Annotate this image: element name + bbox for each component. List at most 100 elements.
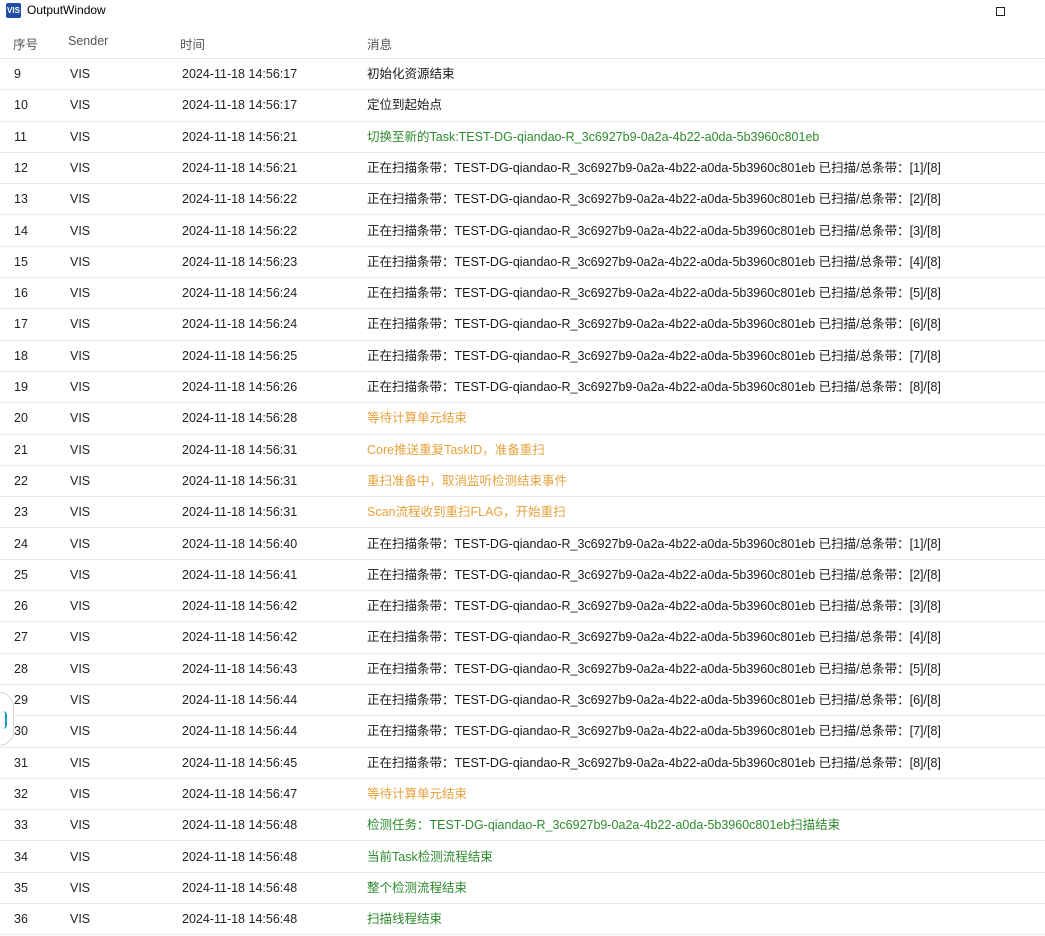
maximize-icon [995, 6, 1005, 16]
row-message: 检测任务：TEST-DG-qiandao-R_3c6927b9-0a2a-4b2… [367, 818, 841, 833]
table-row[interactable]: 22 VIS 2024-11-18 14:56:31 重扫准备中，取消监听检测结束事件 [0, 466, 1045, 498]
table-row[interactable]: 34 VIS 2024-11-18 14:56:48 当前Task检测流程结束 [0, 842, 1045, 873]
row-index: 18 [14, 348, 28, 363]
row-message: 正在扫描条带：TEST-DG-qiandao-R_3c6927b9-0a2a-4… [367, 286, 941, 301]
row-index: 34 [14, 849, 28, 864]
row-message: 定位到起始点 [367, 98, 443, 113]
table-row[interactable]: 30 VIS 2024-11-18 14:56:44 正在扫描条带：TEST-DG-q… [0, 716, 1045, 748]
row-message: 正在扫描条带：TEST-DG-qiandao-R_3c6927b9-0a2a-4… [367, 693, 941, 707]
row-message: 正在扫描条带：TEST-DG-qiandao-R_3c6927b9-0a2a-4… [367, 192, 941, 207]
table-row[interactable]: 19 VIS 2024-11-18 14:56:26 正在扫描条带：TEST-DG-q… [0, 372, 1045, 404]
row-message: 切换至新的Task:TEST-DG-qiandao-R_3c6927b9-0a2… [367, 129, 820, 144]
row-message: 正在扫描条带：TEST-DG-qiandao-R_3c6927b9-0a2a-4… [367, 380, 941, 394]
table-row[interactable]: 35 VIS 2024-11-18 14:56:48 整个检测流程结束 [0, 873, 1045, 905]
row-sender: VIS [70, 223, 91, 238]
row-time: 2024-11-18 14:56:43 [182, 661, 298, 676]
row-time: 2024-11-18 14:56:48 [182, 880, 298, 895]
row-time: 2024-11-18 14:56:23 [182, 254, 298, 269]
row-time: 2024-11-18 14:56:48 [182, 849, 298, 864]
title-bar[interactable]: VIS OutputWindow [0, 0, 1045, 22]
row-index: 21 [14, 442, 28, 457]
row-message: 正在扫描条带：TEST-DG-qiandao-R_3c6927b9-0a2a-4… [367, 254, 941, 269]
row-sender: VIS [70, 849, 91, 864]
row-time: 2024-11-18 14:56:48 [182, 818, 298, 833]
row-sender: VIS [70, 599, 91, 614]
row-index: 23 [14, 505, 28, 520]
row-time: 2024-11-18 14:56:31 [182, 505, 298, 520]
table-row[interactable]: 13 VIS 2024-11-18 14:56:22 正在扫描条带：TEST-DG-q… [0, 184, 1045, 216]
row-time: 2024-11-18 14:56:44 [182, 724, 298, 739]
table-row[interactable]: 27 VIS 2024-11-18 14:56:42 正在扫描条带：TEST-DG-q… [0, 622, 1045, 654]
row-sender: VIS [70, 661, 91, 676]
table-row[interactable]: 14 VIS 2024-11-18 14:56:22 正在扫描条带：TEST-DG-q… [0, 216, 1045, 247]
row-time: 2024-11-18 14:56:21 [182, 160, 298, 175]
row-message: 正在扫描条带：TEST-DG-qiandao-R_3c6927b9-0a2a-4… [367, 160, 941, 175]
table-row[interactable]: 32 VIS 2024-11-18 14:56:47 等待计算单元结束 [0, 779, 1045, 811]
row-sender: VIS [70, 693, 91, 707]
column-header-message[interactable]: 消息 [367, 34, 392, 53]
row-sender: VIS [70, 129, 91, 144]
row-time: 2024-11-18 14:56:40 [182, 536, 298, 551]
row-time: 2024-11-18 14:56:42 [182, 630, 298, 645]
row-message: 正在扫描条带：TEST-DG-qiandao-R_3c6927b9-0a2a-4… [367, 536, 941, 551]
row-message: 扫描线程结束 [367, 912, 443, 927]
table-row[interactable]: 28 VIS 2024-11-18 14:56:43 正在扫描条带：TEST-DG-q… [0, 654, 1045, 685]
table-row[interactable]: 33 VIS 2024-11-18 14:56:48 检测任务：TEST-DG-qia… [0, 810, 1045, 842]
side-float-button[interactable] [0, 692, 14, 746]
row-index: 36 [14, 912, 28, 927]
row-index: 27 [14, 630, 28, 645]
row-sender: VIS [70, 473, 91, 488]
table-row[interactable]: 23 VIS 2024-11-18 14:56:31 Scan流程收到重扫FLAG，开… [0, 497, 1045, 529]
table-row[interactable]: 20 VIS 2024-11-18 14:56:28 等待计算单元结束 [0, 403, 1045, 435]
row-sender: VIS [70, 348, 91, 363]
close-button[interactable] [1020, 0, 1045, 22]
row-sender: VIS [70, 786, 91, 801]
table-row[interactable]: 10 VIS 2024-11-18 14:56:17 定位到起始点 [0, 90, 1045, 122]
row-time: 2024-11-18 14:56:31 [182, 473, 298, 488]
table-row[interactable]: 12 VIS 2024-11-18 14:56:21 正在扫描条带：TEST-DG-q… [0, 153, 1045, 185]
row-index: 14 [14, 223, 28, 238]
row-sender: VIS [70, 724, 91, 739]
table-row[interactable]: 18 VIS 2024-11-18 14:56:25 正在扫描条带：TEST-DG-q… [0, 341, 1045, 372]
row-sender: VIS [70, 442, 91, 457]
row-message: 正在扫描条带：TEST-DG-qiandao-R_3c6927b9-0a2a-4… [367, 724, 941, 739]
row-time: 2024-11-18 14:56:17 [182, 67, 298, 81]
table-row[interactable]: 25 VIS 2024-11-18 14:56:41 正在扫描条带：TEST-DG-q… [0, 560, 1045, 592]
row-time: 2024-11-18 14:56:25 [182, 348, 298, 363]
table-row[interactable]: 16 VIS 2024-11-18 14:56:24 正在扫描条带：TEST-DG-q… [0, 278, 1045, 310]
row-time: 2024-11-18 14:56:28 [182, 411, 298, 426]
table-row[interactable]: 15 VIS 2024-11-18 14:56:23 正在扫描条带：TEST-DG-q… [0, 247, 1045, 279]
row-sender: VIS [70, 505, 91, 520]
table-row[interactable]: 29 VIS 2024-11-18 14:56:44 正在扫描条带：TEST-DG-q… [0, 685, 1045, 717]
table-row[interactable]: 17 VIS 2024-11-18 14:56:24 正在扫描条带：TEST-DG-q… [0, 309, 1045, 341]
row-index: 13 [14, 192, 28, 207]
row-time: 2024-11-18 14:56:24 [182, 317, 298, 332]
output-grid[interactable]: 序号 Sender 时间 消息 9 VIS 2024-11-18 14:56:17 初… [0, 22, 1045, 936]
row-message: 正在扫描条带：TEST-DG-qiandao-R_3c6927b9-0a2a-4… [367, 661, 941, 676]
table-row[interactable]: 9 VIS 2024-11-18 14:56:17 初始化资源结束 [0, 59, 1045, 91]
row-index: 31 [14, 755, 28, 770]
row-index: 17 [14, 317, 28, 332]
table-row[interactable]: 31 VIS 2024-11-18 14:56:45 正在扫描条带：TEST-DG-q… [0, 748, 1045, 779]
column-header-index[interactable]: 序号 [13, 34, 38, 53]
row-message: 正在扫描条带：TEST-DG-qiandao-R_3c6927b9-0a2a-4… [367, 567, 941, 582]
row-sender: VIS [70, 317, 91, 332]
row-time: 2024-11-18 14:56:22 [182, 223, 298, 238]
maximize-button[interactable] [985, 0, 1015, 22]
side-arrow-icon [3, 711, 7, 729]
table-row[interactable]: 11 VIS 2024-11-18 14:56:21 切换至新的Task:TEST-D… [0, 122, 1045, 153]
table-row[interactable]: 24 VIS 2024-11-18 14:56:40 正在扫描条带：TEST-DG-q… [0, 529, 1045, 560]
column-header-sender[interactable]: Sender [68, 34, 108, 48]
column-header-time[interactable]: 时间 [180, 34, 205, 53]
table-row[interactable]: 21 VIS 2024-11-18 14:56:31 Core推送重复TaskID，准… [0, 435, 1045, 466]
table-row[interactable]: 26 VIS 2024-11-18 14:56:42 正在扫描条带：TEST-DG-q… [0, 591, 1045, 623]
row-message: 正在扫描条带：TEST-DG-qiandao-R_3c6927b9-0a2a-4… [367, 599, 941, 614]
table-row[interactable]: 36 VIS 2024-11-18 14:56:48 扫描线程结束 [0, 904, 1045, 936]
row-sender: VIS [70, 67, 91, 81]
row-time: 2024-11-18 14:56:45 [182, 755, 298, 770]
row-index: 12 [14, 160, 28, 175]
row-index: 26 [14, 599, 28, 614]
row-sender: VIS [70, 98, 91, 113]
row-time: 2024-11-18 14:56:24 [182, 286, 298, 301]
row-message: 当前Task检测流程结束 [367, 849, 493, 864]
